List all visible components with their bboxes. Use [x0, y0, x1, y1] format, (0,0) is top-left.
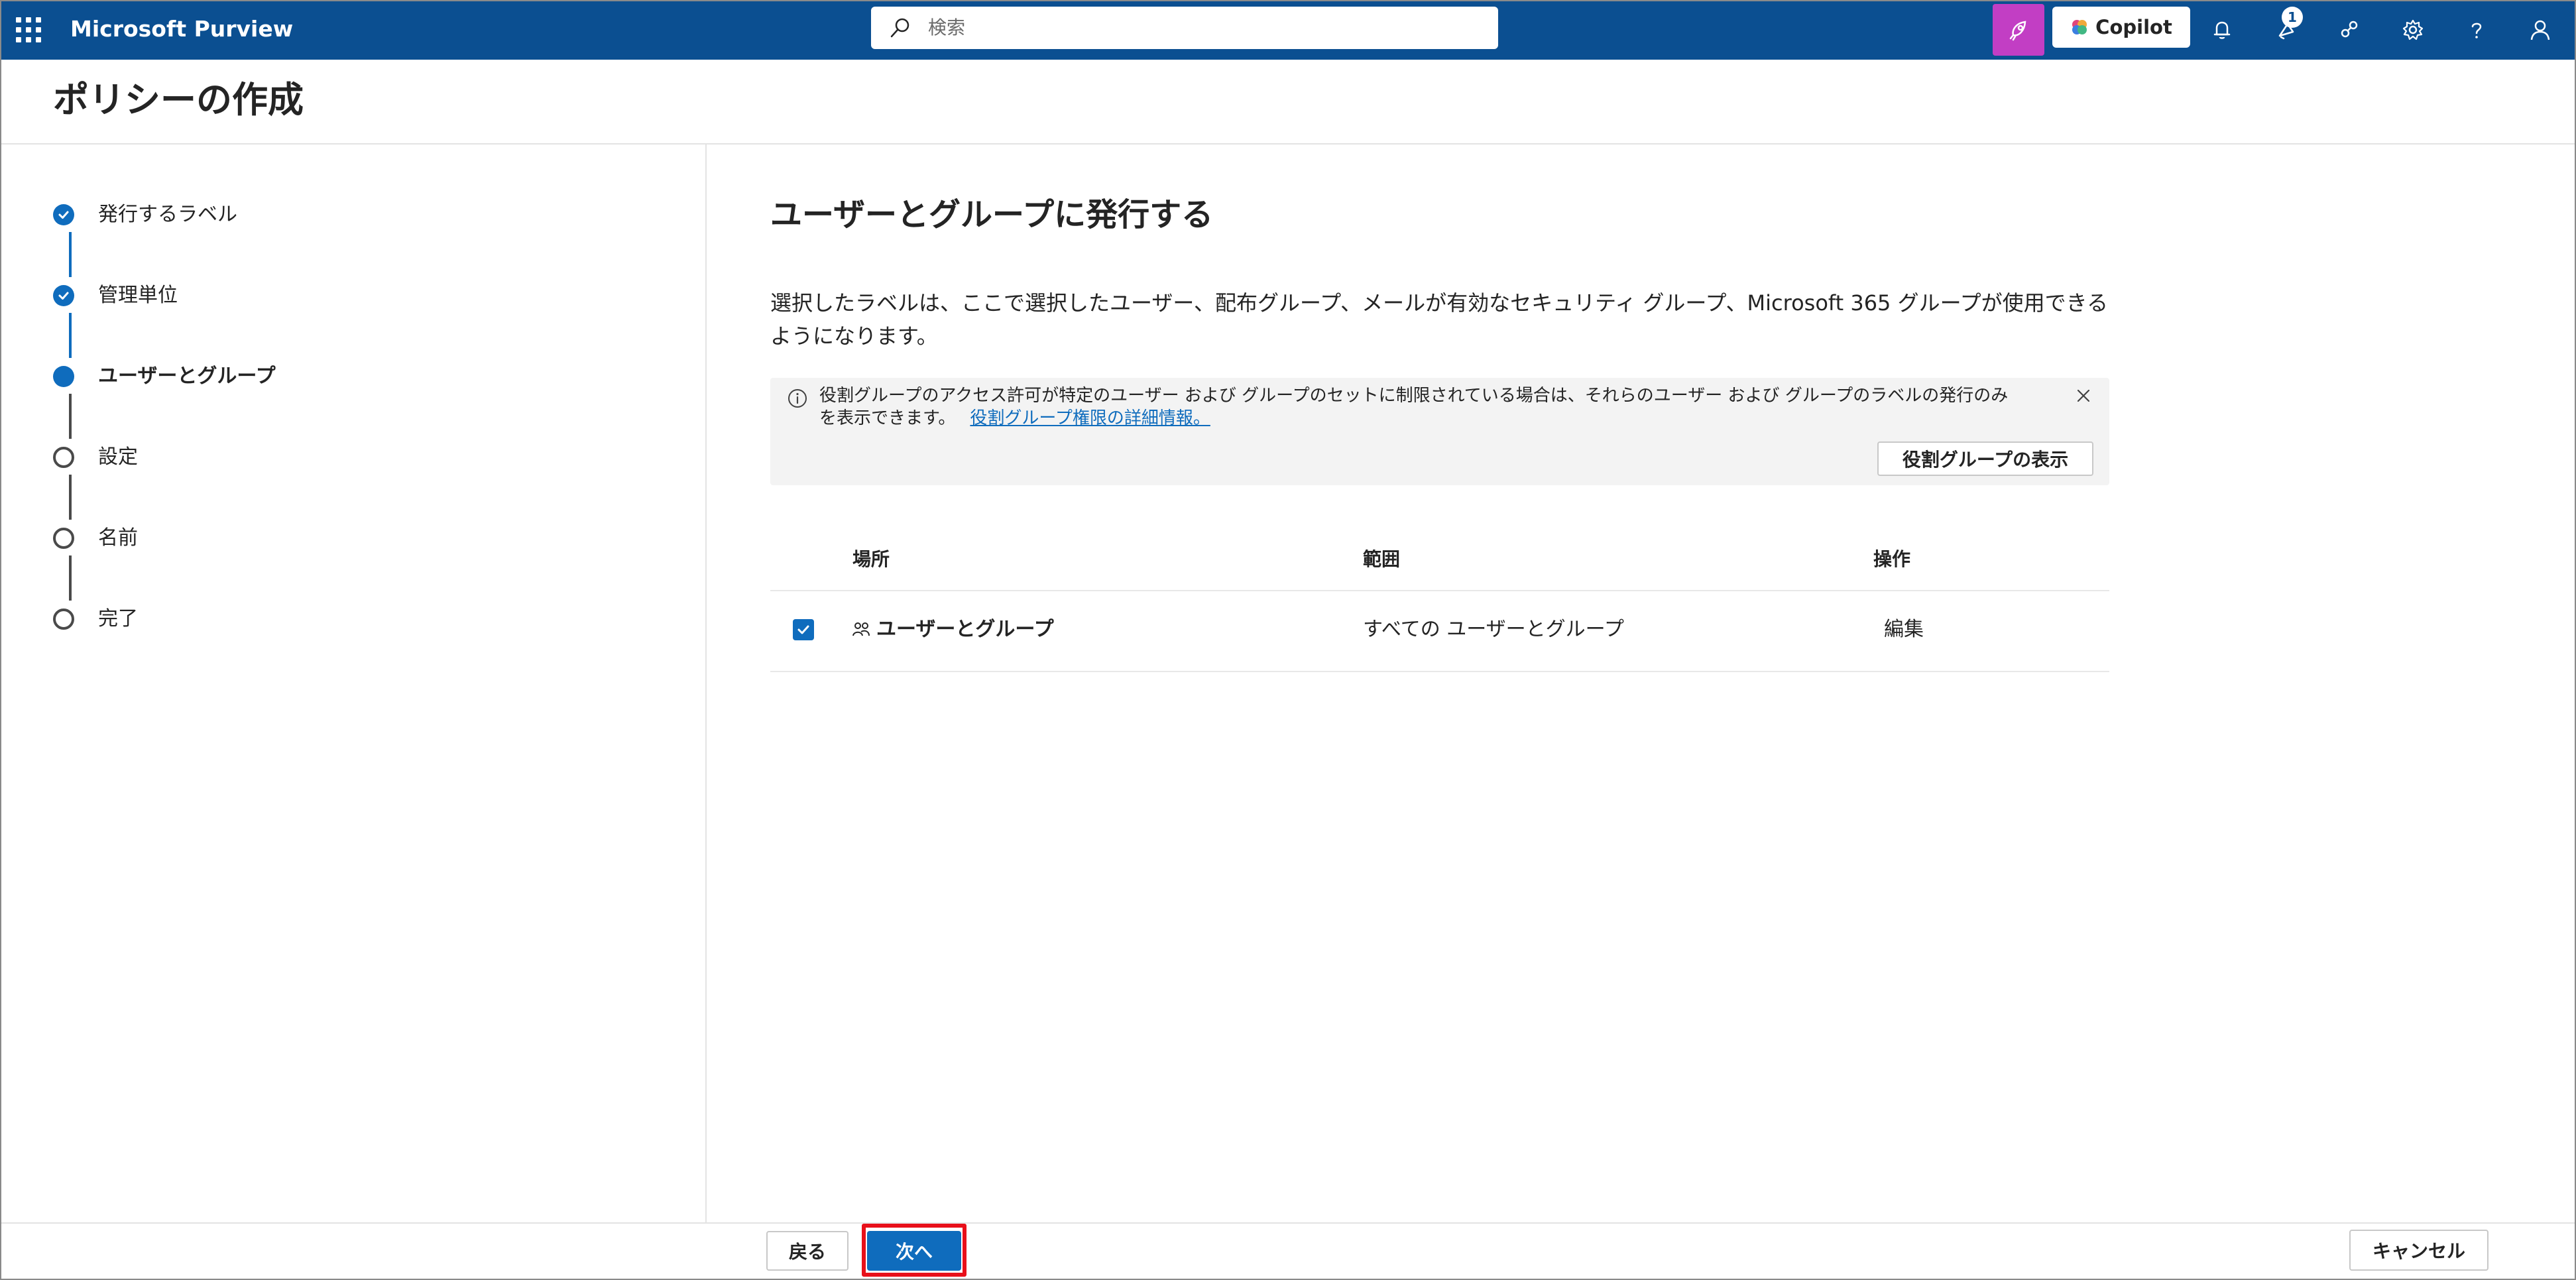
step-label: ユーザーとグループ [98, 365, 276, 388]
brand-name[interactable]: Microsoft Purview [70, 15, 293, 44]
row-checkbox[interactable] [793, 619, 814, 640]
step-label: 名前 [98, 526, 138, 550]
next-button-highlight [862, 1224, 966, 1277]
step-pending-icon [53, 528, 74, 549]
account-button[interactable] [2516, 7, 2564, 53]
step-label: 管理単位 [98, 284, 178, 307]
info-text-block: 役割グループのアクセス許可が特定のユーザー および グループのセットに制限されて… [819, 384, 2013, 430]
step-connector [69, 394, 72, 439]
step-connector [69, 475, 72, 520]
step-label: 完了 [98, 607, 138, 630]
step-connector [69, 555, 72, 601]
search-box[interactable]: 検索 [871, 7, 1498, 49]
app-launcher-icon[interactable] [16, 17, 41, 42]
step-pending-icon [53, 609, 74, 630]
search-input[interactable]: 検索 [928, 15, 965, 40]
role-group-permissions-link[interactable]: 役割グループ権限の詳細情報。 [970, 408, 1210, 428]
column-header-actions[interactable]: 操作 [1873, 546, 1910, 573]
window-frame [0, 0, 2576, 1280]
wizard-step-labels[interactable]: 発行するラベル [53, 202, 237, 228]
notifications-button[interactable] [2198, 7, 2246, 53]
section-description: 選択したラベルは、ここで選択したユーザー、配布グループ、メールが有効なセキュリテ… [770, 290, 2109, 349]
connections-button[interactable] [2325, 7, 2373, 53]
step-current-icon [53, 366, 74, 387]
step-connector [69, 232, 72, 277]
column-header-location[interactable]: 場所 [852, 546, 890, 573]
table-header-divider [770, 590, 2109, 591]
copilot-button[interactable]: Copilot [2052, 7, 2190, 48]
people-icon [852, 622, 870, 636]
copilot-icon [2072, 20, 2087, 34]
location-cell: ユーザーとグループ [851, 615, 1054, 644]
header-divider [0, 143, 2576, 145]
step-complete-icon [53, 204, 74, 225]
page-title: ポリシーの作成 [53, 79, 304, 121]
step-connector [69, 313, 72, 358]
question-icon [2471, 23, 2482, 38]
step-label: 設定 [98, 445, 138, 469]
help-button[interactable] [2453, 7, 2500, 53]
column-header-scope[interactable]: 範囲 [1363, 546, 1400, 573]
close-icon[interactable] [2074, 386, 2093, 406]
step-label: 発行するラベル [98, 203, 237, 226]
scope-cell: すべての ユーザーとグループ [1363, 618, 1624, 641]
wizard-step-name[interactable]: 名前 [53, 525, 138, 552]
location-name: ユーザーとグループ [876, 618, 1054, 641]
top-bar: Microsoft Purview 検索 Copilot 1 [0, 0, 2576, 60]
bell-icon [2213, 21, 2231, 39]
wizard-step-settings[interactable]: 設定 [53, 444, 138, 471]
copilot-label: Copilot [2095, 16, 2172, 38]
notification-count-badge: 1 [2282, 7, 2303, 28]
diagnostics-button[interactable] [1993, 4, 2044, 56]
cancel-button[interactable]: キャンセル [2349, 1230, 2488, 1271]
settings-button[interactable] [2389, 7, 2437, 53]
search-icon [890, 18, 909, 38]
info-icon [788, 389, 807, 408]
wizard-step-users-groups[interactable]: ユーザーとグループ [53, 363, 276, 390]
wizard-step-finish[interactable]: 完了 [53, 606, 138, 632]
gear-icon [2402, 19, 2424, 40]
section-heading: ユーザーとグループに発行する [770, 196, 1214, 233]
view-role-groups-button[interactable]: 役割グループの表示 [1877, 441, 2093, 476]
person-icon [2530, 20, 2550, 40]
checkmark-icon [797, 625, 809, 634]
step-pending-icon [53, 447, 74, 468]
sidebar-divider [705, 145, 707, 1222]
step-complete-icon [53, 285, 74, 306]
rocket-icon [2009, 21, 2026, 41]
back-button[interactable]: 戻る [766, 1231, 849, 1271]
share-nodes-icon [2341, 21, 2358, 38]
edit-link[interactable]: 編集 [1884, 615, 1924, 644]
table-row-divider [770, 671, 2109, 672]
footer-divider [0, 1222, 2576, 1224]
wizard-step-admin-units[interactable]: 管理単位 [53, 282, 178, 309]
